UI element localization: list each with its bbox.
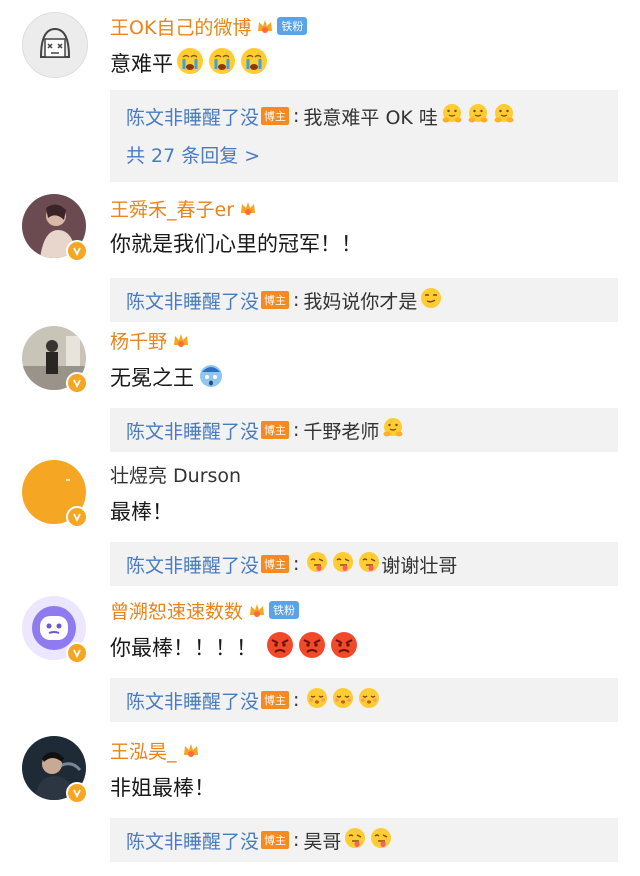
comment-text: 非姐最棒！ bbox=[110, 776, 215, 800]
reply-box[interactable]: 陈文非睡醒了没 博主 : 谢谢壮哥 bbox=[110, 542, 618, 586]
username-row: 王舜禾_春子er bbox=[110, 194, 258, 222]
angry-emoji-icon bbox=[329, 630, 359, 664]
verified-icon bbox=[66, 506, 88, 528]
hug-emoji-icon bbox=[492, 102, 516, 130]
username-row: 王OK自己的微博 铁粉 bbox=[110, 12, 308, 40]
username-row: 杨千野 bbox=[110, 326, 191, 354]
blogger-badge: 博主 bbox=[261, 291, 290, 309]
username-row: 曾溯恕速速数数 铁粉 bbox=[110, 596, 300, 624]
comment-text-row: 你就是我们心里的冠军！！ bbox=[110, 226, 362, 260]
reply-text: 谢谢壮哥 bbox=[381, 554, 458, 577]
reply-username[interactable]: 陈文非睡醒了没 bbox=[126, 287, 259, 314]
comment-text-row: 你最棒！！！！ bbox=[110, 630, 359, 664]
more-replies-link[interactable]: 共 27 条回复 > bbox=[126, 141, 260, 168]
reply-text: 我妈说你才是 bbox=[303, 290, 418, 313]
fan-crown-icon bbox=[181, 740, 201, 760]
shy-emoji-icon bbox=[331, 686, 355, 714]
reply-box[interactable]: 陈文非睡醒了没 博主 : 千野老师 bbox=[110, 408, 618, 452]
reply-text: 千野老师 bbox=[303, 420, 380, 443]
hug-emoji-icon bbox=[466, 102, 490, 130]
fan-crown-icon bbox=[171, 330, 191, 350]
reply-username[interactable]: 陈文非睡醒了没 bbox=[126, 417, 259, 444]
hug-emoji-icon bbox=[381, 416, 405, 444]
verified-icon bbox=[66, 372, 88, 394]
comment-text-row: 意难平 bbox=[110, 46, 269, 80]
username[interactable]: 曾溯恕速速数数 bbox=[110, 597, 243, 624]
comment-text: 最棒！ bbox=[110, 500, 173, 524]
verified-icon bbox=[66, 240, 88, 262]
fan-crown-icon bbox=[247, 600, 267, 620]
blogger-badge: 博主 bbox=[261, 421, 290, 439]
reply-username[interactable]: 陈文非睡醒了没 bbox=[126, 103, 259, 130]
reply-username[interactable]: 陈文非睡醒了没 bbox=[126, 687, 259, 714]
fan-crown-icon bbox=[238, 198, 258, 218]
reply-text: 我意难平 OK 哇 bbox=[303, 106, 438, 129]
reply-box[interactable]: 陈文非睡醒了没 博主 : 我妈说你才是 bbox=[110, 278, 618, 322]
angry-emoji-icon bbox=[265, 630, 295, 664]
username[interactable]: 王舜禾_春子er bbox=[110, 195, 234, 222]
username-row: 壮煜亮 Durson bbox=[110, 460, 241, 488]
reply-line: 陈文非睡醒了没 博主 : 千野老师 bbox=[126, 414, 405, 446]
comment-text-row: 最棒！ bbox=[110, 494, 173, 528]
reply-line: 陈文非睡醒了没 博主 : bbox=[126, 684, 381, 716]
crying-emoji-icon bbox=[175, 46, 205, 80]
reply-username[interactable]: 陈文非睡醒了没 bbox=[126, 551, 259, 578]
reply-line: 陈文非睡醒了没 博主 : 谢谢壮哥 bbox=[126, 548, 457, 580]
fan-badge: 铁粉 bbox=[269, 601, 300, 619]
blogger-badge: 博主 bbox=[261, 555, 290, 573]
smirk-emoji-icon bbox=[419, 286, 443, 314]
shy-emoji-icon bbox=[357, 686, 381, 714]
tongue-emoji-icon bbox=[305, 550, 329, 578]
reply-text: 昊哥 bbox=[303, 830, 342, 853]
tongue-emoji-icon bbox=[357, 550, 381, 578]
crying-emoji-icon bbox=[207, 46, 237, 80]
tongue-emoji-icon bbox=[343, 826, 367, 854]
username[interactable]: 壮煜亮 Durson bbox=[110, 461, 241, 488]
comment-text: 意难平 bbox=[110, 52, 173, 76]
comment-text: 你就是我们心里的冠军！！ bbox=[110, 232, 362, 256]
comment-text: 你最棒！！！！ bbox=[110, 636, 257, 660]
more-replies-row: 共 27 条回复 > bbox=[126, 138, 260, 170]
reply-box[interactable]: 陈文非睡醒了没 博主 : bbox=[110, 678, 618, 722]
reply-username[interactable]: 陈文非睡醒了没 bbox=[126, 827, 259, 854]
reply-box[interactable]: 陈文非睡醒了没 博主 : 我意难平 OK 哇 共 27 条回复 > bbox=[110, 90, 618, 182]
fan-badge: 铁粉 bbox=[277, 17, 308, 35]
verified-icon bbox=[66, 642, 88, 664]
blogger-badge: 博主 bbox=[261, 107, 290, 125]
username[interactable]: 杨千野 bbox=[110, 327, 167, 354]
reply-line: 陈文非睡醒了没 博主 : 我妈说你才是 bbox=[126, 284, 443, 316]
comment-text-row: 无冕之王 bbox=[110, 360, 226, 394]
blogger-badge: 博主 bbox=[261, 831, 290, 849]
reply-line: 陈文非睡醒了没 博主 : 昊哥 bbox=[126, 824, 393, 856]
fan-crown-icon bbox=[255, 16, 275, 36]
comment-text-row: 非姐最棒！ bbox=[110, 770, 215, 804]
shy-emoji-icon bbox=[305, 686, 329, 714]
reply-line: 陈文非睡醒了没 博主 : 我意难平 OK 哇 bbox=[126, 100, 516, 132]
tongue-emoji-icon bbox=[369, 826, 393, 854]
username[interactable]: 王泓昊_ bbox=[110, 737, 177, 764]
hug-emoji-icon bbox=[440, 102, 464, 130]
comment-text: 无冕之王 bbox=[110, 366, 194, 390]
username-row: 王泓昊_ bbox=[110, 736, 201, 764]
crying-emoji-icon bbox=[239, 46, 269, 80]
username[interactable]: 王OK自己的微博 bbox=[110, 13, 251, 40]
verified-icon bbox=[66, 782, 88, 804]
avatar[interactable] bbox=[22, 12, 88, 78]
angry-emoji-icon bbox=[297, 630, 327, 664]
shock-emoji-icon bbox=[196, 360, 226, 394]
tongue-emoji-icon bbox=[331, 550, 355, 578]
blogger-badge: 博主 bbox=[261, 691, 290, 709]
reply-box[interactable]: 陈文非睡醒了没 博主 : 昊哥 bbox=[110, 818, 618, 862]
